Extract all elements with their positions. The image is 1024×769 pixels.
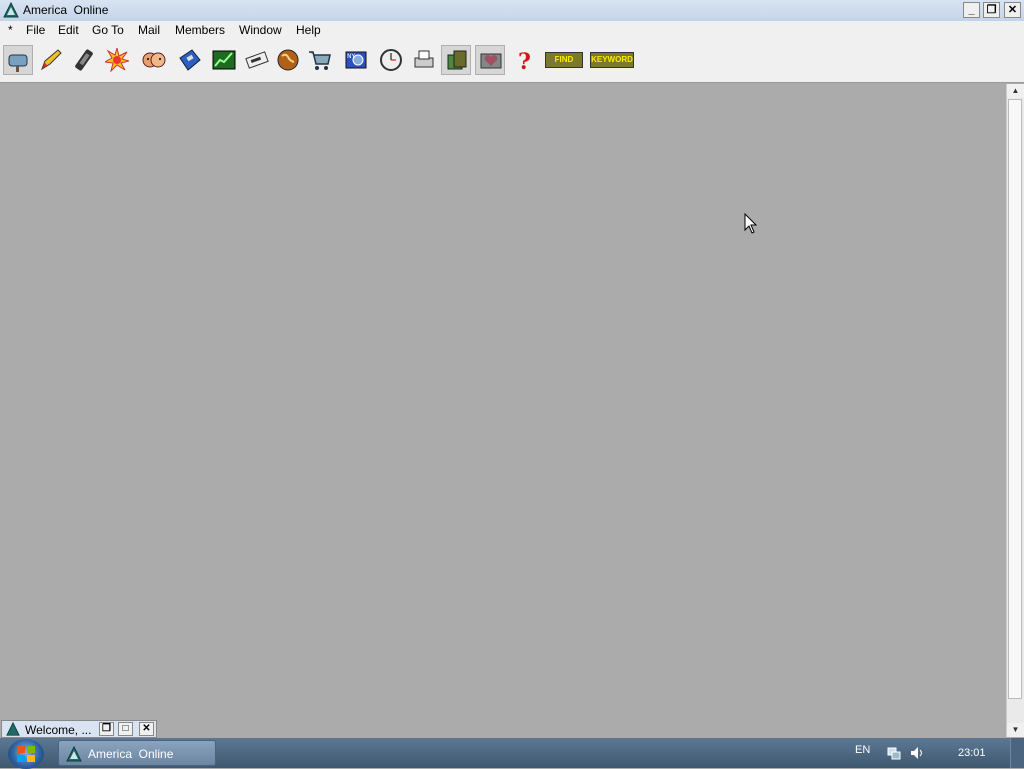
volume-icon[interactable] bbox=[910, 746, 924, 760]
disk-icon bbox=[179, 49, 201, 71]
compose-button[interactable] bbox=[36, 45, 66, 75]
wallet-button[interactable] bbox=[441, 45, 471, 75]
hot-burst-icon bbox=[105, 48, 129, 72]
svg-text:NY: NY bbox=[347, 53, 355, 60]
menu-members[interactable]: Members bbox=[175, 23, 225, 37]
phone-icon bbox=[75, 49, 93, 71]
taskbar-item-label: America Online bbox=[88, 747, 174, 761]
aol-triangle-icon bbox=[66, 746, 82, 762]
disk-button[interactable] bbox=[175, 45, 205, 75]
help-button[interactable]: ? bbox=[510, 45, 540, 75]
heart-icon bbox=[480, 53, 502, 69]
mouse-cursor-icon bbox=[744, 213, 758, 234]
printer-icon bbox=[414, 50, 434, 68]
shopping-button[interactable] bbox=[305, 45, 335, 75]
newspaper-icon bbox=[245, 51, 269, 69]
globe-button[interactable] bbox=[273, 45, 303, 75]
taskbar-item-america-online[interactable]: America Online bbox=[58, 740, 216, 766]
help-question-icon: ? bbox=[518, 49, 531, 72]
windows-logo-icon bbox=[17, 746, 35, 762]
network-icon[interactable] bbox=[887, 746, 901, 760]
scroll-down-arrow-icon[interactable]: ▼ bbox=[1007, 723, 1024, 737]
stocks-icon bbox=[212, 50, 236, 70]
minimize-button[interactable]: _ bbox=[963, 2, 980, 18]
menu-mail[interactable]: Mail bbox=[138, 23, 160, 37]
menu-go-to[interactable]: Go To bbox=[92, 23, 124, 37]
mailbox-icon bbox=[8, 54, 28, 72]
svg-text:?: ? bbox=[518, 49, 531, 72]
scroll-up-arrow-icon[interactable]: ▲ bbox=[1007, 84, 1024, 98]
window-title: America Online bbox=[23, 3, 109, 17]
menu-window[interactable]: Window bbox=[239, 23, 282, 37]
clock-icon bbox=[380, 49, 402, 71]
child-restore-button[interactable]: ❐ bbox=[99, 722, 114, 736]
shopping-cart-icon bbox=[309, 51, 331, 70]
minimized-welcome-window[interactable]: Welcome, ... ❐ □ ✕ bbox=[1, 720, 157, 738]
aol-triangle-icon bbox=[6, 722, 20, 736]
clock-button[interactable] bbox=[376, 45, 406, 75]
aol-triangle-icon bbox=[3, 2, 19, 18]
people-icon bbox=[142, 52, 166, 68]
mailbox-button[interactable] bbox=[3, 45, 33, 75]
menu-bar: * File Edit Go To Mail Members Window He… bbox=[0, 21, 1024, 40]
news-button[interactable] bbox=[242, 45, 272, 75]
menu-file[interactable]: File bbox=[26, 23, 45, 37]
pencil-icon bbox=[41, 49, 62, 71]
phone-button[interactable] bbox=[69, 45, 99, 75]
toolbar: NY ? FIND KEYWORD bbox=[0, 40, 1024, 83]
menu-star[interactable]: * bbox=[8, 23, 13, 37]
minimized-window-title: Welcome, ... bbox=[25, 723, 92, 737]
language-indicator[interactable]: EN bbox=[855, 744, 870, 756]
picture-button[interactable]: NY bbox=[341, 45, 371, 75]
show-desktop-button[interactable] bbox=[1010, 738, 1024, 768]
find-button[interactable]: FIND bbox=[545, 52, 583, 68]
clock[interactable]: 23:01 bbox=[958, 747, 986, 759]
mdi-workspace bbox=[0, 83, 1006, 738]
menu-help[interactable]: Help bbox=[296, 23, 321, 37]
stocks-button[interactable] bbox=[209, 45, 239, 75]
start-button[interactable] bbox=[8, 739, 44, 769]
menu-edit[interactable]: Edit bbox=[58, 23, 79, 37]
scroll-thumb[interactable] bbox=[1008, 99, 1022, 699]
hot-button[interactable] bbox=[102, 45, 132, 75]
child-maximize-button[interactable]: □ bbox=[118, 722, 133, 736]
restore-button[interactable]: ❐ bbox=[983, 2, 1000, 18]
favorites-button[interactable] bbox=[475, 45, 505, 75]
wallet-icon bbox=[447, 50, 467, 70]
vertical-scrollbar[interactable]: ▲ ▼ bbox=[1006, 84, 1024, 737]
title-bar: America Online _ ❐ ✕ bbox=[0, 0, 1024, 22]
close-button[interactable]: ✕ bbox=[1004, 2, 1021, 18]
child-close-button[interactable]: ✕ bbox=[139, 722, 154, 736]
picture-icon: NY bbox=[345, 51, 367, 69]
print-button[interactable] bbox=[409, 45, 439, 75]
keyword-button[interactable]: KEYWORD bbox=[590, 52, 634, 68]
people-button[interactable] bbox=[139, 45, 169, 75]
taskbar: America Online EN 23:01 bbox=[0, 738, 1024, 769]
globe-icon bbox=[277, 49, 299, 71]
